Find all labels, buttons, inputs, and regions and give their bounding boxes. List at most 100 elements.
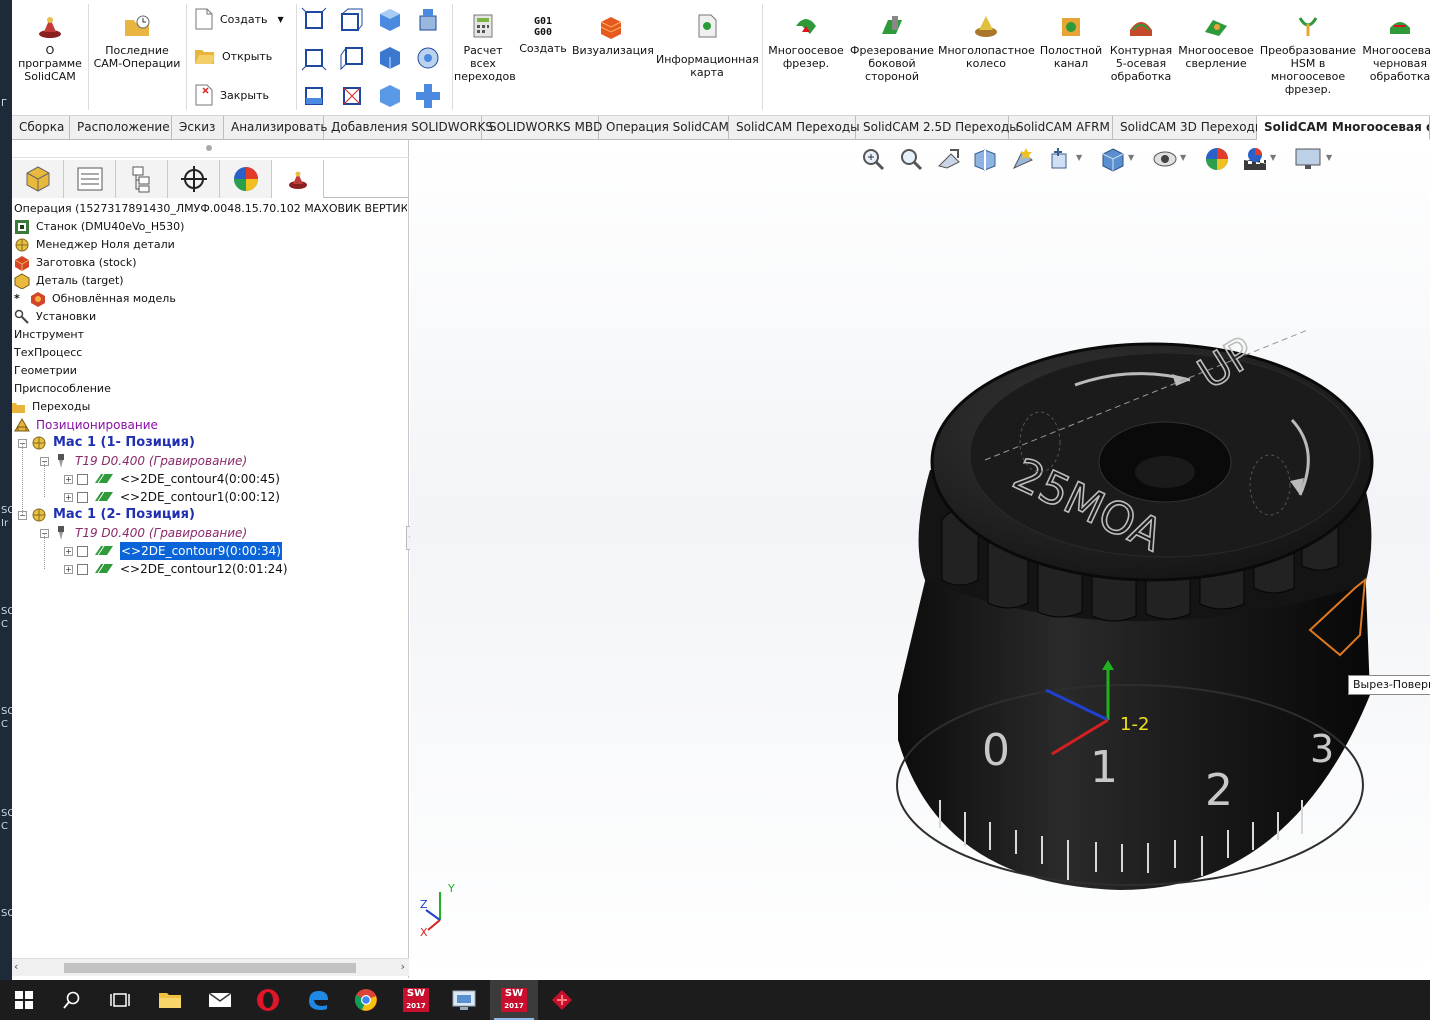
task-view-button[interactable]: [96, 980, 144, 1020]
tree-operations[interactable]: Переходы: [12, 398, 90, 416]
start-button[interactable]: [0, 980, 48, 1020]
tree-operation-item[interactable]: + <>2DE_contour4(0:00:45): [64, 470, 280, 488]
tab-solidcam-manager[interactable]: [272, 160, 324, 198]
tab-solidcam-25d[interactable]: SolidCAM 2.5D Переходы: [856, 116, 1019, 140]
tab-solidcam-multiaxis[interactable]: SolidCAM Многоосевая обработка: [1257, 116, 1430, 140]
tab-evaluate[interactable]: Анализировать: [224, 116, 328, 140]
tree-tool-group[interactable]: − T19 D0.400 (Гравирование): [40, 524, 247, 542]
view-iso-icon[interactable]: [376, 6, 404, 34]
view-front-icon[interactable]: [300, 6, 328, 34]
tree-geometries[interactable]: Геометрии: [14, 362, 77, 380]
section-view-icon[interactable]: [972, 146, 998, 172]
tab-solidcam-operation[interactable]: Операция SolidCAM: [599, 116, 729, 140]
tree-positioning[interactable]: Позиционирование: [14, 416, 158, 434]
open-doc-button[interactable]: Открыть: [194, 46, 272, 66]
tree-setups[interactable]: Установки: [14, 308, 96, 326]
tree-target[interactable]: Деталь (target): [14, 272, 124, 290]
tab-layout[interactable]: Расположение: [70, 116, 172, 140]
taskbar-explorer[interactable]: [146, 980, 194, 1020]
tree-operation-item[interactable]: + <>2DE_contour1(0:00:12): [64, 488, 280, 506]
zoom-to-fit-icon[interactable]: [860, 146, 886, 172]
taskbar-screen-capture[interactable]: [440, 980, 488, 1020]
tree-operation-root[interactable]: Операция (1527317891430_ЛМУФ.0048.15.70.…: [14, 200, 407, 218]
chevron-down-icon[interactable]: ▼: [1180, 153, 1186, 162]
chevron-down-icon[interactable]: ▼: [278, 15, 284, 24]
tab-dim-expert[interactable]: [168, 160, 220, 198]
tree-tool-group[interactable]: − T19 D0.400 (Гравирование): [40, 452, 247, 470]
tree-fixtures[interactable]: Приспособление: [14, 380, 111, 398]
info-sheet-button[interactable]: Информационная карта: [656, 0, 759, 114]
port-button[interactable]: Полостной канал: [1038, 0, 1104, 114]
tree-position-group[interactable]: − Мас 1 (2- Позиция): [18, 506, 195, 524]
knob-3d-model[interactable]: 0 1 2 3 25MOA UP 1-2: [870, 330, 1430, 910]
tab-feature-tree[interactable]: [12, 160, 64, 198]
multiaxis-mill-button[interactable]: Многоосевое фрезер.: [766, 0, 846, 114]
tree-operation-item[interactable]: + <>2DE_contour12(0:01:24): [64, 560, 288, 578]
display-style-icon[interactable]: [1100, 146, 1126, 172]
view-shaded-icon[interactable]: [376, 82, 404, 110]
tab-solidworks-mbd[interactable]: SOLIDWORKS MBD: [482, 116, 602, 140]
view-left-icon[interactable]: [300, 44, 328, 72]
chevron-down-icon[interactable]: ▼: [1270, 153, 1276, 162]
tab-sketch[interactable]: Эскиз: [172, 116, 224, 140]
hsm-convert-button[interactable]: Преобразование HSM в многоосевое фрезер.: [1258, 0, 1358, 114]
about-solidcam-button[interactable]: О программе SolidCAM: [14, 0, 86, 114]
taskbar-mail[interactable]: [196, 980, 244, 1020]
tab-solidcam-3d[interactable]: SolidCAM 3D Переходы: [1113, 116, 1264, 140]
taskbar-opera[interactable]: [244, 980, 292, 1020]
tree-position-group[interactable]: − Мас 1 (1- Позиция): [18, 434, 195, 452]
contour-5x-button[interactable]: Контурная 5-осевая обработка: [1106, 0, 1176, 114]
tree-stock[interactable]: Заготовка (stock): [14, 254, 137, 272]
view-top-icon[interactable]: [414, 6, 442, 34]
taskbar-solidworks[interactable]: SW 2017: [392, 980, 440, 1020]
tree-operation-item-selected[interactable]: + <>2DE_contour9(0:00:34): [64, 542, 282, 560]
previous-view-icon[interactable]: [936, 146, 962, 172]
expand-toggle[interactable]: +: [64, 546, 73, 556]
tree-machine[interactable]: Станок (DMU40eVo_H530): [14, 218, 184, 236]
tree-part-manager[interactable]: Менеджер Ноля детали: [14, 236, 175, 254]
tab-property-manager[interactable]: [64, 160, 116, 198]
search-button[interactable]: [48, 980, 96, 1020]
dynamic-annotation-icon[interactable]: [1010, 146, 1036, 172]
tab-assembly[interactable]: Сборка: [12, 116, 70, 140]
tab-display-manager[interactable]: [220, 160, 272, 198]
operation-checkbox[interactable]: [77, 563, 88, 575]
chevron-down-icon[interactable]: ▼: [1326, 153, 1332, 162]
panel-grip[interactable]: [206, 145, 212, 151]
view-multiple-icon[interactable]: [414, 82, 442, 110]
expand-toggle[interactable]: +: [64, 492, 73, 502]
view-dimetric-icon[interactable]: [376, 44, 404, 72]
scroll-left-icon[interactable]: ‹: [14, 960, 18, 973]
apply-scene-icon[interactable]: [1242, 146, 1268, 172]
calculate-all-button[interactable]: Расчет всех переходов: [454, 0, 516, 114]
scrollbar-thumb[interactable]: [64, 963, 356, 973]
view-orientation-icon[interactable]: [1048, 146, 1074, 172]
chevron-down-icon[interactable]: ▼: [1128, 153, 1134, 162]
tree-updated-model[interactable]: * Обновлённая модель: [14, 290, 176, 308]
edit-appearance-icon[interactable]: [1204, 146, 1230, 172]
tab-config-manager[interactable]: [116, 160, 168, 198]
taskbar-solidworks-active[interactable]: SW 2017: [490, 980, 538, 1020]
swarf-mill-button[interactable]: Фрезерование боковой стороной: [850, 0, 934, 114]
scroll-right-icon[interactable]: ›: [401, 960, 405, 973]
tree-process[interactable]: ТехПроцесс: [14, 344, 82, 362]
view-settings-icon[interactable]: [1294, 146, 1322, 172]
tab-solidcam-operations[interactable]: SolidCAM Переходы: [729, 116, 860, 140]
taskbar-chrome[interactable]: [342, 980, 390, 1020]
taskbar-solidcam[interactable]: [538, 980, 586, 1020]
hide-show-items-icon[interactable]: [1152, 146, 1178, 172]
create-doc-button[interactable]: Создать ▼: [194, 8, 284, 30]
view-bottom-icon[interactable]: [300, 82, 328, 110]
zoom-area-icon[interactable]: [898, 146, 924, 172]
panel-horizontal-scrollbar[interactable]: ‹ ›: [12, 958, 409, 976]
multiaxis-drill-button[interactable]: Многоосевое сверление: [1178, 0, 1254, 114]
graphics-viewport[interactable]: ▼ ▼ ▼ ▼ ▼ 0 1 2 3 25MOA UP 1-2 Вырез-Пов…: [410, 140, 1430, 978]
visualization-button[interactable]: Визуализация: [572, 0, 654, 114]
expand-toggle[interactable]: +: [64, 474, 73, 484]
view-normal-to-icon[interactable]: [414, 44, 442, 72]
multiaxis-rough-button[interactable]: Многоосевая черновая обработка: [1360, 0, 1430, 114]
tree-tools[interactable]: Инструмент: [14, 326, 84, 344]
view-right-icon[interactable]: [338, 44, 366, 72]
taskbar-edge[interactable]: [294, 980, 342, 1020]
view-back-icon[interactable]: [338, 6, 366, 34]
